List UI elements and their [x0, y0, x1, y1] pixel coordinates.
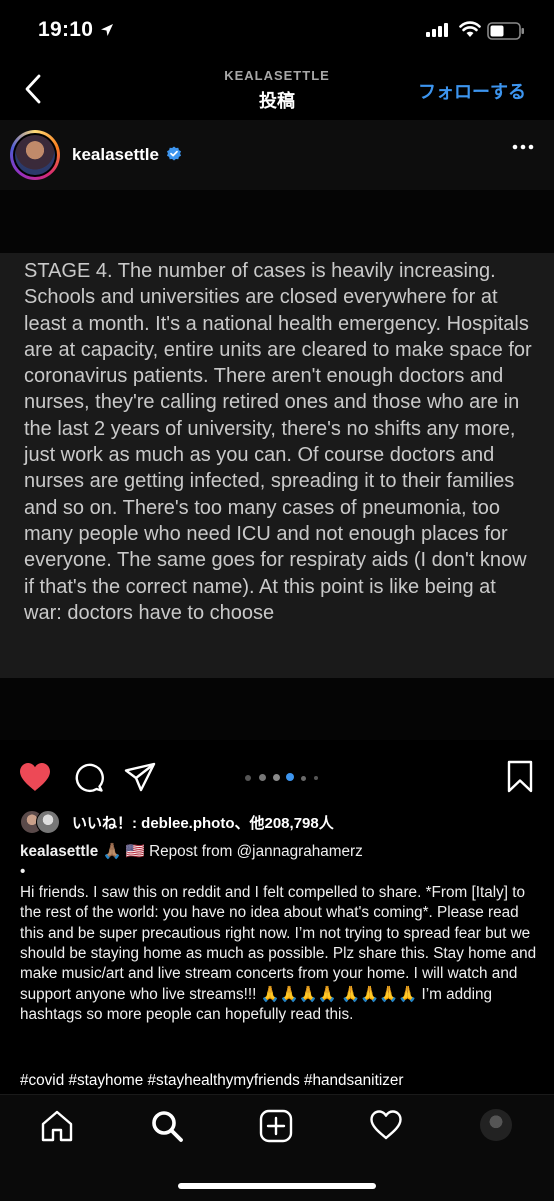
post-media[interactable]: STAGE 4. The number of cases is heavily … — [0, 190, 554, 740]
post-caption: kealasettle 🙏🏽 🇺🇸 Repost from @jannagrah… — [20, 842, 545, 1026]
carousel-dot — [259, 774, 266, 781]
more-options-icon[interactable] — [512, 144, 534, 150]
carousel-dot — [273, 774, 280, 781]
activity-heart-icon[interactable] — [369, 1109, 403, 1141]
heart-icon[interactable] — [18, 761, 52, 793]
wifi-icon — [459, 21, 481, 37]
share-icon[interactable] — [124, 762, 156, 792]
likes-count: いいね！: deblee.photo、他208,798人 — [72, 815, 334, 832]
follow-button[interactable]: フォローする — [418, 78, 526, 104]
search-icon[interactable] — [150, 1109, 184, 1143]
verified-badge-icon — [167, 146, 181, 161]
post-header: kealasettle — [0, 120, 554, 191]
carousel-dot — [314, 776, 318, 780]
home-indicator — [178, 1183, 376, 1189]
carousel-dot — [245, 775, 251, 781]
carousel-dot — [301, 775, 306, 781]
home-icon[interactable] — [40, 1109, 74, 1143]
likes-row[interactable]: いいね！: deblee.photo、他208,798人 — [20, 808, 550, 834]
add-post-icon[interactable] — [259, 1109, 293, 1143]
media-text: STAGE 4. The number of cases is heavily … — [24, 260, 532, 624]
caption-body: • Hi friends. I saw this on reddit and I… — [20, 863, 537, 1024]
avatar[interactable] — [10, 130, 60, 180]
post-username[interactable]: kealasettle — [72, 145, 159, 165]
location-arrow-icon — [101, 24, 113, 36]
bookmark-icon[interactable] — [506, 760, 534, 794]
navigation-bar: KEALASETTLE 投稿 フォローする — [0, 58, 554, 120]
carousel-dot-active — [286, 773, 294, 781]
battery-icon — [487, 22, 524, 40]
caption-hashtags[interactable]: #covid #stayhome #stayhealthymyfriends #… — [20, 1072, 545, 1090]
status-time: 19:10 — [38, 18, 94, 41]
status-bar: 19:10 — [0, 0, 554, 58]
liker-avatar — [36, 810, 60, 834]
profile-avatar-icon[interactable] — [480, 1109, 512, 1141]
signal-icon — [426, 23, 448, 37]
action-bar — [0, 740, 554, 810]
caption-username[interactable]: kealasettle — [20, 843, 98, 860]
comment-icon[interactable] — [72, 761, 104, 793]
caption-first-line: 🙏🏽 🇺🇸 Repost from @jannagrahamerz — [98, 843, 363, 860]
avatar-photo — [15, 135, 55, 175]
